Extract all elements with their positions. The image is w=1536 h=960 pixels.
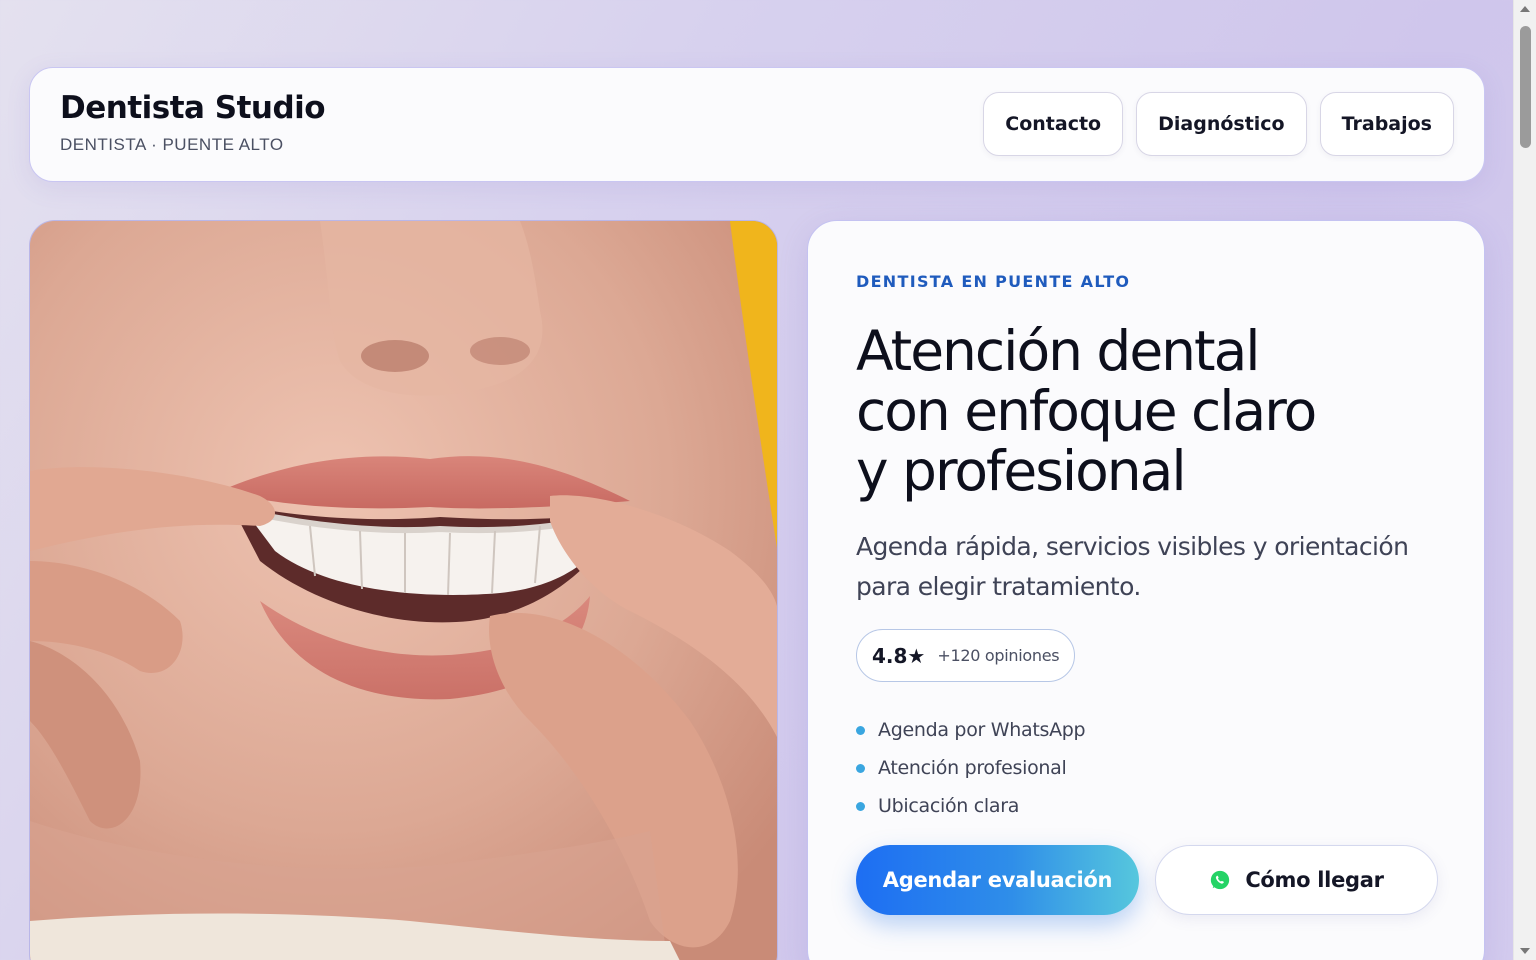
rating-count: +120 opiniones bbox=[937, 646, 1060, 665]
hero-card: DENTISTA EN PUENTE ALTO Atención dental … bbox=[807, 220, 1485, 960]
directions-label: Cómo llegar bbox=[1245, 868, 1384, 892]
feature-list: Agenda por WhatsApp Atención profesional… bbox=[856, 711, 1086, 825]
schedule-evaluation-button[interactable]: Agendar evaluación bbox=[856, 845, 1139, 915]
scroll-up-arrow-icon[interactable] bbox=[1520, 6, 1530, 12]
headline-line-1: Atención dental bbox=[856, 319, 1261, 383]
bullet-dot-icon bbox=[856, 725, 865, 735]
brand-tagline: DENTISTA · PUENTE ALTO bbox=[60, 135, 284, 154]
main-nav: Contacto Diagnóstico Trabajos bbox=[983, 92, 1454, 156]
whatsapp-icon bbox=[1211, 870, 1230, 890]
headline-line-3: y profesional bbox=[856, 439, 1187, 503]
bullet-dot-icon bbox=[856, 763, 865, 773]
feature-label: Ubicación clara bbox=[878, 795, 1020, 817]
nav-contacto-button[interactable]: Contacto bbox=[983, 92, 1124, 156]
headline-line-2: con enfoque claro bbox=[856, 379, 1317, 443]
smile-aligner-illustration bbox=[30, 221, 777, 960]
nav-trabajos-button[interactable]: Trabajos bbox=[1319, 92, 1454, 156]
brand-title[interactable]: Dentista Studio bbox=[60, 90, 326, 126]
list-item: Ubicación clara bbox=[856, 787, 1085, 825]
feature-label: Agenda por WhatsApp bbox=[878, 719, 1086, 741]
nav-diagnostico-button[interactable]: Diagnóstico bbox=[1136, 92, 1307, 156]
scrollbar[interactable] bbox=[1513, 0, 1536, 960]
hero-lead: Agenda rápida, servicios visibles y orie… bbox=[856, 532, 1409, 601]
bullet-dot-icon bbox=[856, 801, 865, 811]
site-header: Dentista Studio DENTISTA · PUENTE ALTO C… bbox=[29, 67, 1485, 182]
hero-headline: Atención dental con enfoque claro y prof… bbox=[856, 321, 1416, 501]
hero-eyebrow: DENTISTA EN PUENTE ALTO bbox=[856, 272, 1131, 291]
directions-button[interactable]: Cómo llegar bbox=[1155, 845, 1438, 915]
scroll-thumb[interactable] bbox=[1520, 26, 1531, 148]
feature-label: Atención profesional bbox=[878, 757, 1067, 779]
hero-photo bbox=[29, 220, 778, 960]
list-item: Atención profesional bbox=[856, 749, 1085, 787]
rating-value: 4.8★ bbox=[872, 643, 926, 668]
list-item: Agenda por WhatsApp bbox=[856, 711, 1086, 749]
rating-badge: 4.8★ +120 opiniones bbox=[856, 629, 1076, 682]
scroll-down-arrow-icon[interactable] bbox=[1520, 948, 1530, 954]
